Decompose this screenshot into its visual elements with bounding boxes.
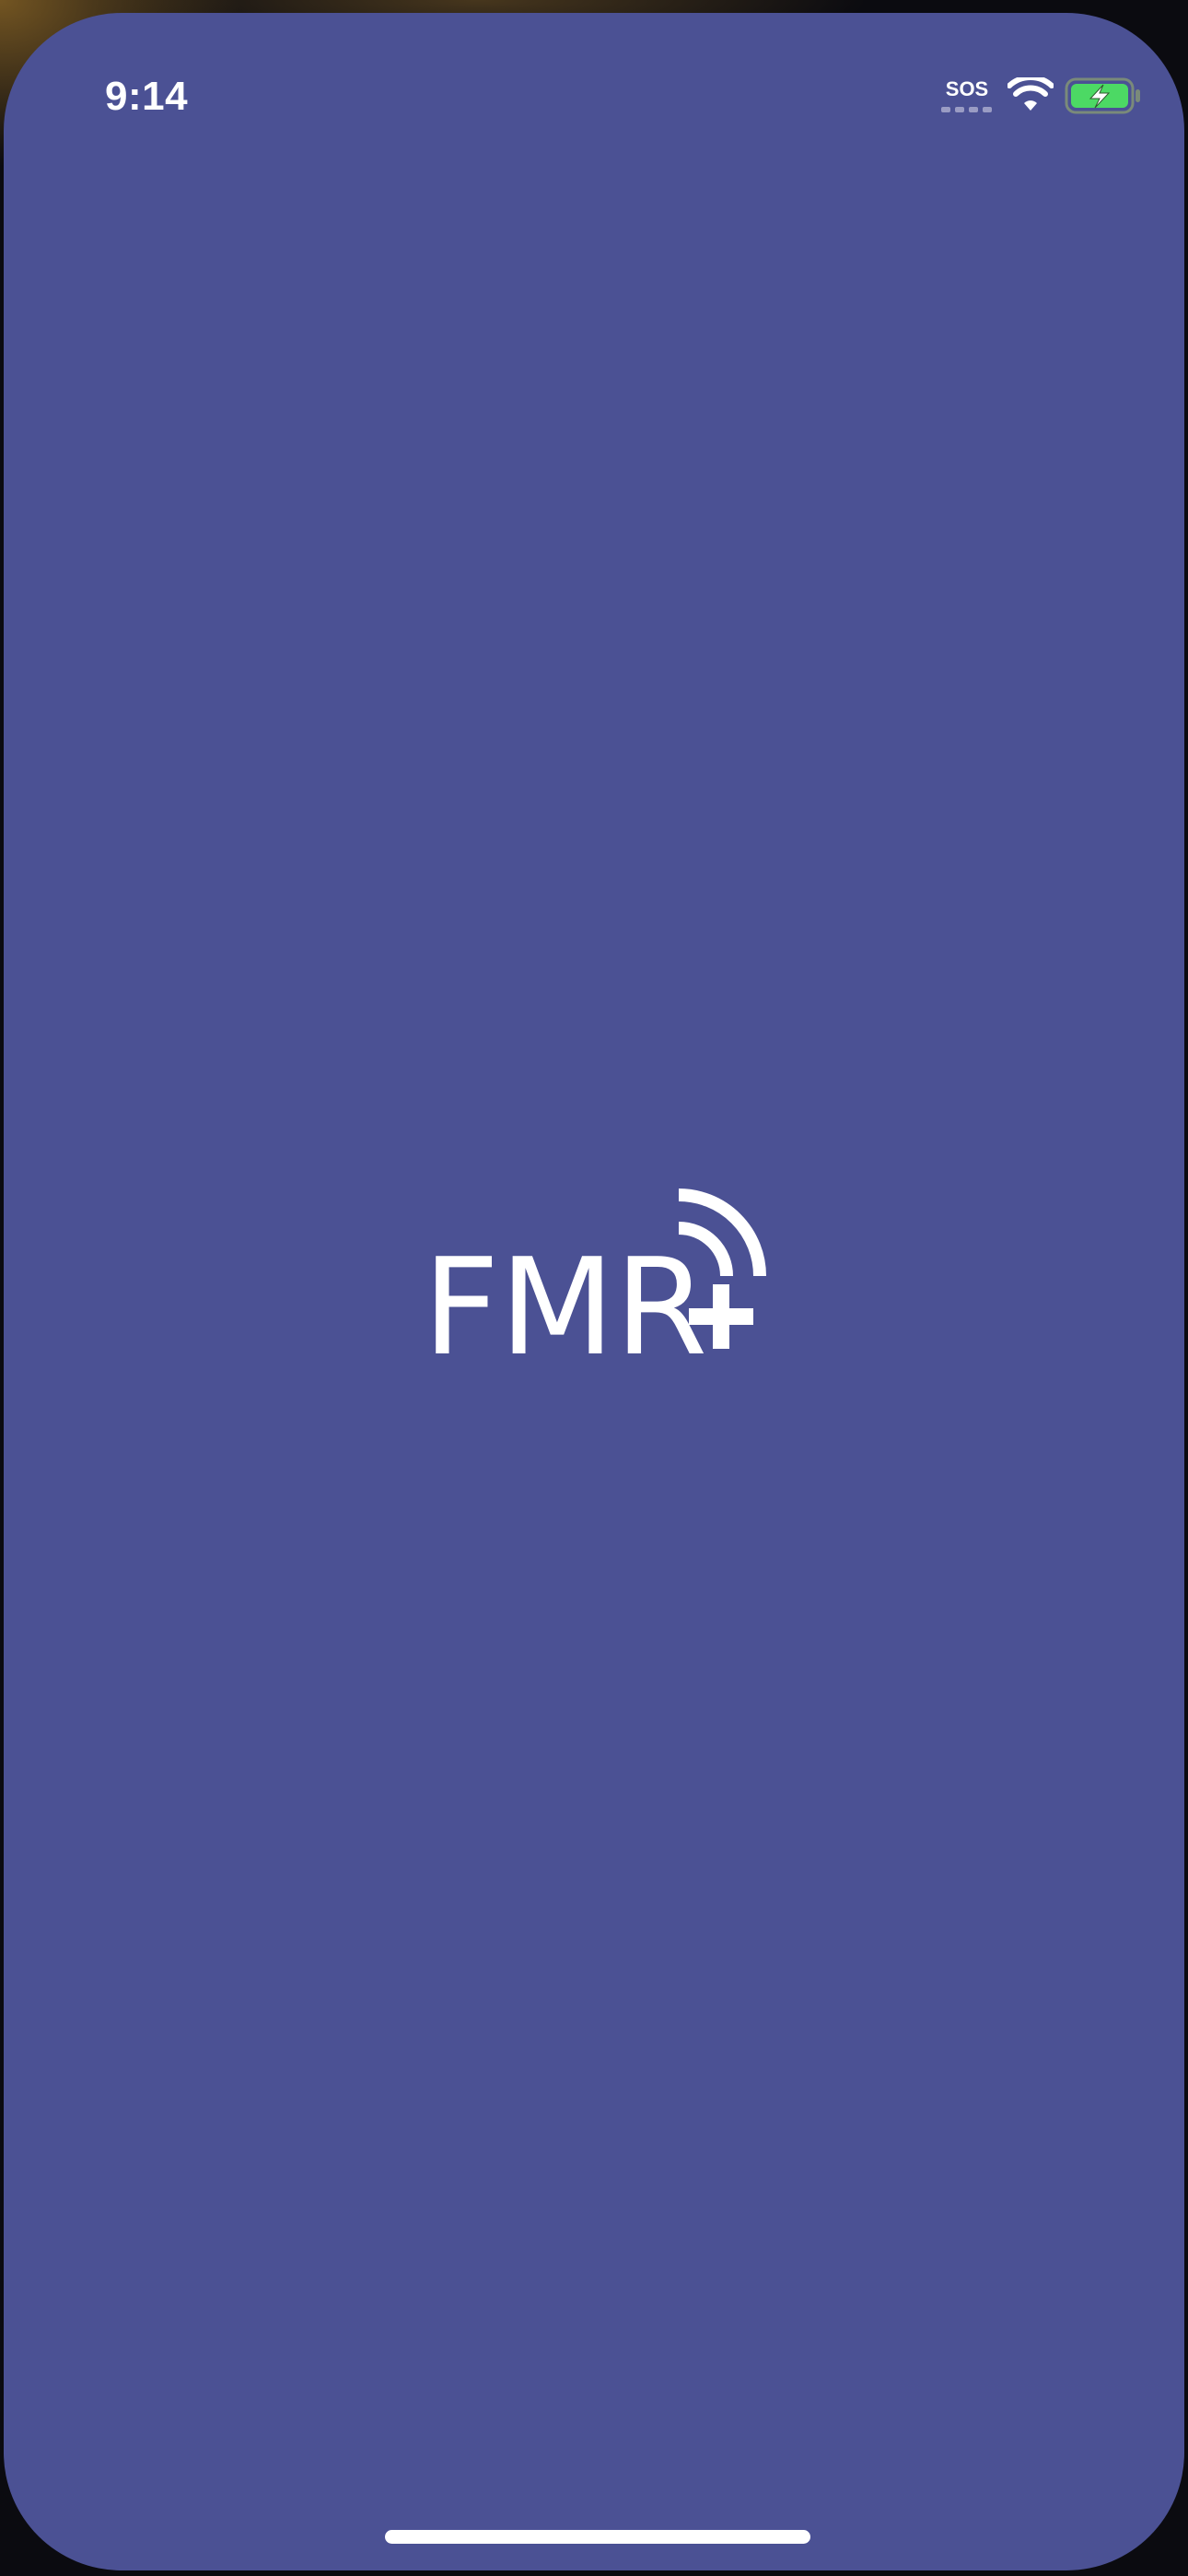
sos-indicator: SOS — [945, 77, 989, 100]
home-indicator[interactable] — [385, 2530, 810, 2544]
logo-text: FMR — [423, 1230, 707, 1363]
wifi-icon — [1007, 77, 1054, 111]
splash-screen: 9:14 SOS FMR — [4, 13, 1184, 2570]
app-logo: FMR — [423, 1188, 766, 1363]
signal-dots-icon — [941, 107, 992, 112]
status-bar: 9:14 SOS — [4, 13, 1184, 151]
status-time: 9:14 — [105, 74, 189, 119]
battery-charging-icon — [1065, 77, 1140, 114]
